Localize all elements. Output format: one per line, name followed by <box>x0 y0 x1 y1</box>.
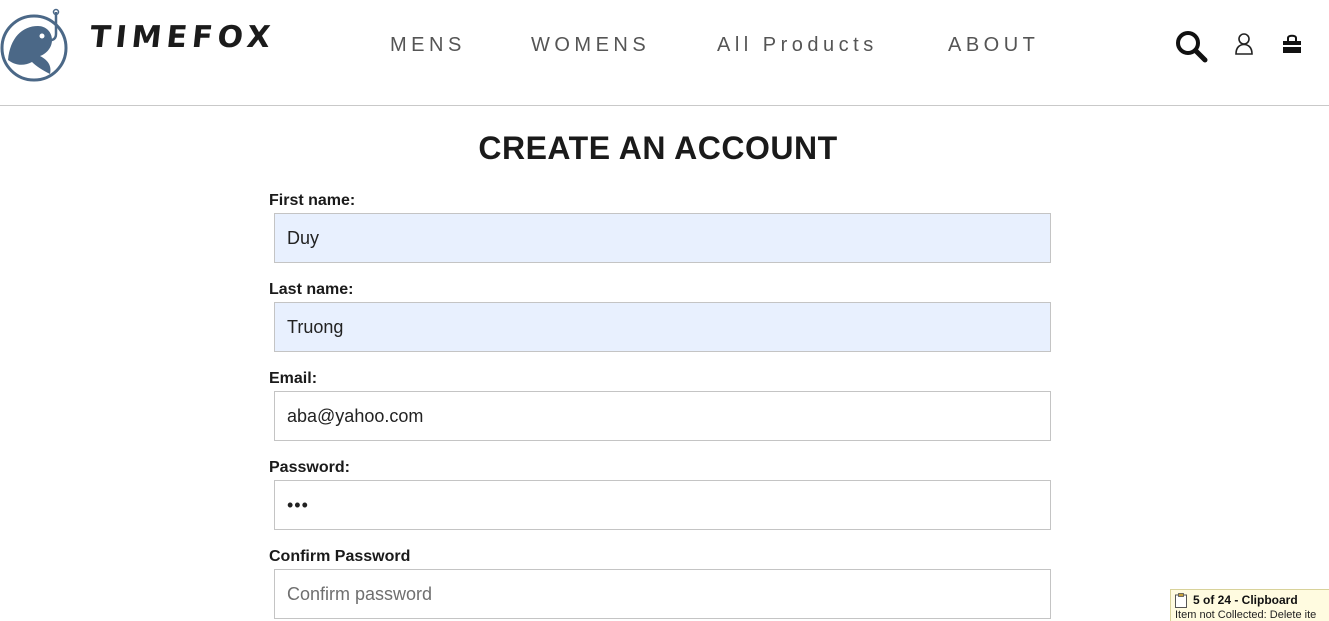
last-name-input[interactable] <box>274 302 1051 352</box>
last-name-label: Last name: <box>269 281 354 298</box>
clipboard-popup[interactable]: 5 of 24 - Clipboard Item not Collected: … <box>1170 589 1329 621</box>
user-icon[interactable] <box>1233 32 1255 56</box>
nav-item-mens[interactable]: MENS <box>390 34 466 57</box>
password-label: Password: <box>269 459 350 476</box>
nav-item-womens[interactable]: WOMENS <box>531 34 650 57</box>
email-input[interactable] <box>274 391 1051 441</box>
brand-name[interactable]: TIMEFOX <box>88 20 277 55</box>
confirm-password-input[interactable] <box>274 569 1051 619</box>
first-name-input[interactable] <box>274 213 1051 263</box>
password-input[interactable] <box>274 480 1051 530</box>
nav-item-all-products[interactable]: All Products <box>717 34 878 57</box>
shopping-bag-icon[interactable] <box>1281 33 1303 55</box>
clipboard-title: 5 of 24 - Clipboard <box>1193 593 1298 607</box>
email-label: Email: <box>269 370 318 387</box>
nav-item-about[interactable]: ABOUT <box>948 34 1039 57</box>
clipboard-message: Item not Collected: Delete ite <box>1175 609 1317 621</box>
search-icon[interactable] <box>1174 29 1208 63</box>
confirm-password-label: Confirm Password <box>269 548 411 565</box>
first-name-label: First name: <box>269 192 356 209</box>
page-title: CREATE AN ACCOUNT <box>478 130 838 166</box>
fish-hook-logo-icon[interactable] <box>0 8 72 82</box>
site-header: TIMEFOX MENS WOMENS All Products ABOUT <box>0 0 1329 106</box>
clipboard-icon <box>1175 593 1187 608</box>
